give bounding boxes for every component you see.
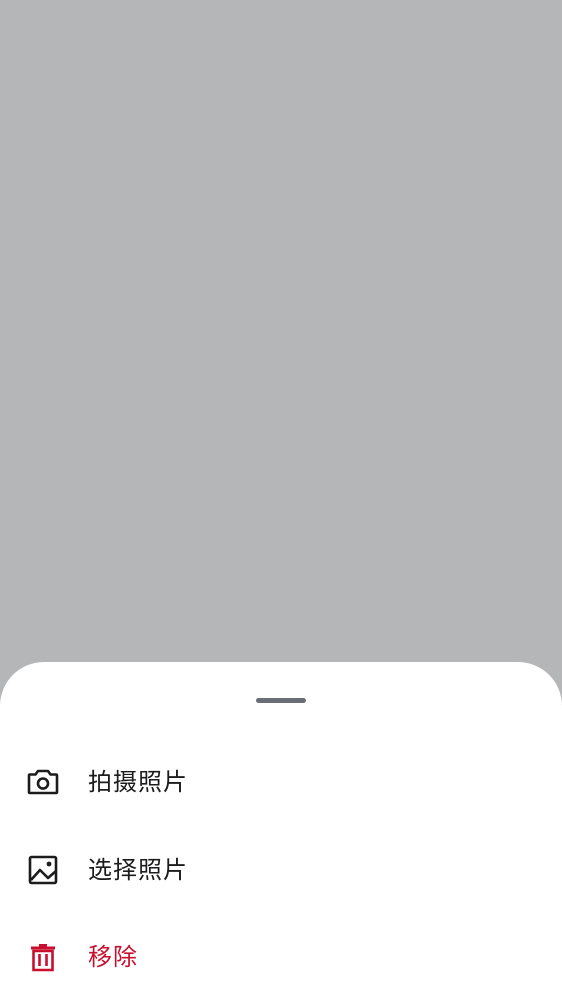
choose-photo-label: 选择照片 [88,856,188,884]
camera-icon [26,765,60,799]
remove-label: 移除 [88,943,138,971]
trash-icon [26,940,60,974]
remove-option[interactable]: 移除 [0,917,562,997]
drag-handle[interactable] [256,698,306,703]
take-photo-option[interactable]: 拍摄照片 [0,742,562,822]
bottom-sheet: 拍摄照片 选择照片 移除 [0,662,562,1000]
choose-photo-option[interactable]: 选择照片 [0,830,562,910]
take-photo-label: 拍摄照片 [88,768,188,796]
screen: 拍摄照片 选择照片 移除 [0,0,562,1000]
image-icon [26,853,60,887]
